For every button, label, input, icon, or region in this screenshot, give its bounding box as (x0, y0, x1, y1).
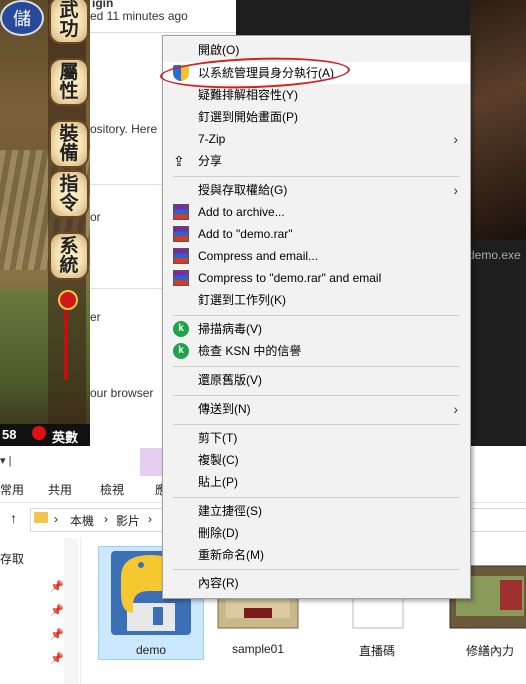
player-name: 英數 (52, 430, 79, 445)
manage-tab-highlight (140, 448, 164, 476)
pin-icon: 📌 (50, 581, 64, 593)
menu-scan-virus[interactable]: k 掃描病毒(V) (163, 318, 470, 340)
winrar-icon (173, 226, 189, 242)
winrar-icon (173, 248, 189, 264)
menu-delete[interactable]: 刪除(D) (163, 522, 470, 544)
kaspersky-icon: k (173, 321, 189, 337)
submenu-arrow-icon: › (453, 182, 458, 198)
menu-separator (173, 569, 460, 570)
background-photo (470, 0, 526, 240)
tab-home[interactable]: 常用 (0, 481, 24, 498)
menu-separator (173, 497, 460, 498)
snippet-browser: our browser (90, 386, 154, 400)
nav-scrollbar[interactable] (64, 538, 78, 684)
tab-view[interactable]: 檢視 (100, 481, 124, 498)
game-inventory-icon[interactable]: 儲 (0, 0, 44, 36)
exe-label: demo.exe (468, 248, 521, 262)
share-icon: ⇪ (173, 153, 185, 169)
chevron-right-icon: › (148, 512, 152, 526)
menu-rename[interactable]: 重新命名(M) (163, 544, 470, 566)
lantern-martial[interactable]: 武功 (49, 0, 89, 44)
menu-restore-version[interactable]: 還原舊版(V) (163, 369, 470, 391)
menu-add-archive[interactable]: Add to archive... (163, 201, 470, 223)
menu-7zip[interactable]: 7-Zip › (163, 128, 470, 150)
submenu-arrow-icon: › (453, 401, 458, 417)
lantern-attributes[interactable]: 屬性 (49, 58, 89, 106)
chevron-right-icon: › (54, 512, 58, 526)
menu-pin-taskbar[interactable]: 釘選到工作列(K) (163, 289, 470, 311)
menu-properties[interactable]: 內容(R) (163, 572, 470, 594)
file-name: sample01 (231, 642, 285, 656)
menu-add-demo-rar[interactable]: Add to "demo.rar" (163, 223, 470, 245)
nav-quick-access[interactable]: 存取 (0, 550, 24, 567)
menu-check-ksn[interactable]: k 檢查 KSN 中的信譽 (163, 340, 470, 362)
menu-give-access[interactable]: 授與存取權給(G) › (163, 179, 470, 201)
menu-separator (173, 366, 460, 367)
menu-share[interactable]: ⇪ 分享 (163, 150, 470, 172)
menu-separator (173, 176, 460, 177)
lantern-equipment[interactable]: 裝備 (49, 120, 89, 168)
submenu-arrow-icon: › (453, 131, 458, 147)
folder-icon (34, 512, 48, 523)
quick-access-toolbar[interactable]: ▾ | (0, 454, 11, 467)
menu-compress-email[interactable]: Compress and email... (163, 245, 470, 267)
game-panel: 儲 武功 屬性 裝備 指令 系統 58 英數 (0, 0, 90, 446)
menu-separator (173, 315, 460, 316)
menu-compress-demo-email[interactable]: Compress to "demo.rar" and email (163, 267, 470, 289)
menu-open[interactable]: 開啟(O) (163, 39, 470, 61)
hp-orb-icon (32, 426, 46, 440)
pin-icon: 📌 (50, 653, 64, 665)
file-name: 修繕內力 (465, 644, 514, 658)
menu-separator (173, 395, 460, 396)
lantern-commands[interactable]: 指令 (49, 170, 89, 218)
snippet-repo: ository. Here (90, 122, 158, 136)
lantern-system[interactable]: 系統 (49, 232, 89, 280)
pin-icon: 📌 (50, 629, 64, 641)
context-menu: 開啟(O) 以系統管理員身分執行(A) 疑難排解相容性(Y) 釘選到開始畫面(P… (162, 35, 471, 599)
game-status-bar: 58 英數 (0, 424, 90, 446)
winrar-icon (173, 204, 189, 220)
pin-icon: 📌 (50, 605, 64, 617)
menu-create-shortcut[interactable]: 建立捷徑(S) (163, 500, 470, 522)
breadcrumb-videos[interactable]: 影片 (116, 512, 140, 529)
file-name: demo (135, 643, 167, 657)
updated-time: ed 11 minutes ago (90, 9, 188, 23)
tassel-ornament (58, 290, 78, 390)
menu-separator (173, 424, 460, 425)
winrar-icon (173, 270, 189, 286)
repo-header: igin ed 11 minutes ago (90, 0, 236, 33)
menu-send-to[interactable]: 傳送到(N) › (163, 398, 470, 420)
up-arrow-icon[interactable]: ↑ (10, 510, 17, 526)
snippet-or: or (90, 210, 101, 224)
menu-cut[interactable]: 剪下(T) (163, 427, 470, 449)
menu-pin-start[interactable]: 釘選到開始畫面(P) (163, 106, 470, 128)
menu-copy[interactable]: 複製(C) (163, 449, 470, 471)
chevron-right-icon: › (104, 512, 108, 526)
file-name: 直播碼 (358, 644, 395, 658)
menu-paste[interactable]: 貼上(P) (163, 471, 470, 493)
breadcrumb-this-pc[interactable]: 本機 (70, 512, 94, 529)
tab-share[interactable]: 共用 (48, 481, 72, 498)
kaspersky-icon: k (173, 343, 189, 359)
player-level: 58 (2, 427, 17, 442)
